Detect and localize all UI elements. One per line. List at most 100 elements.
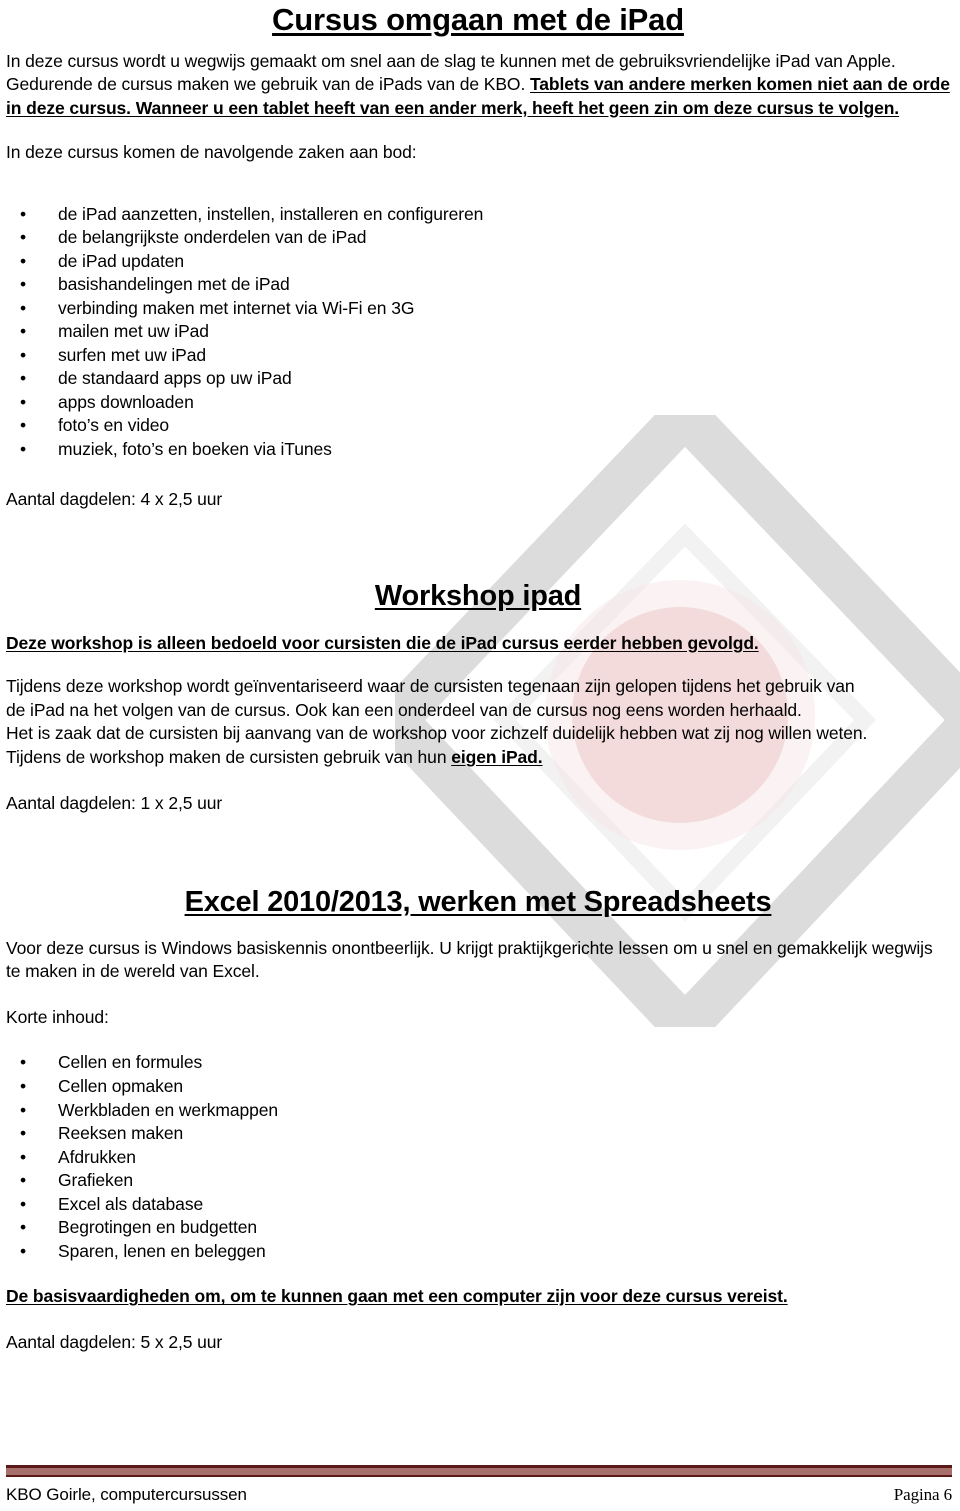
list-item: • de iPad updaten	[6, 250, 950, 274]
list-item: • de belangrijkste onderdelen van de iPad	[6, 226, 950, 250]
workshop-paragraph-line-2: de iPad na het volgen van de cursus. Ook…	[6, 699, 802, 720]
excel-course-topic-list: • Cellen en formules • Cellen opmaken • Wer…	[6, 1051, 950, 1263]
list-item-label: foto’s en video	[58, 415, 170, 436]
list-item: • Cellen en formules	[6, 1051, 950, 1075]
bullet-icon: •	[20, 321, 27, 342]
page-title: Cursus omgaan met de iPad	[272, 2, 684, 37]
list-item-label: basishandelingen met de iPad	[58, 274, 290, 295]
excel-course-intro: Voor deze cursus is Windows basiskennis …	[6, 937, 933, 982]
list-item-label: Werkbladen en werkmappen	[58, 1099, 279, 1120]
bullet-icon: •	[20, 391, 27, 412]
list-item-label: Afdrukken	[58, 1146, 136, 1167]
footer-row: KBO Goirle, computercursussen Pagina 6	[6, 1485, 952, 1505]
list-item-label: Begrotingen en budgetten	[58, 1217, 258, 1238]
workshop-paragraph-line-3: Het is zaak dat de cursisten bij aanvang…	[6, 723, 868, 744]
workshop-notice: Deze workshop is alleen bedoeld voor cur…	[6, 632, 950, 656]
bullet-icon: •	[20, 227, 27, 248]
excel-course-sessions: Aantal dagdelen: 5 x 2,5 uur	[6, 1331, 223, 1352]
list-item-label: surfen met uw iPad	[58, 344, 206, 365]
list-item: • Grafieken	[6, 1169, 950, 1193]
list-item: • foto’s en video	[6, 414, 950, 438]
list-item-label: verbinding maken met internet via Wi-Fi …	[58, 297, 415, 318]
list-item-label: Reeksen maken	[58, 1123, 184, 1144]
workshop-notice-text: Deze workshop is alleen bedoeld voor cur…	[6, 632, 759, 653]
list-item-label: de standaard apps op uw iPad	[58, 368, 292, 389]
bullet-icon: •	[20, 203, 27, 224]
ipad-course-topic-list: • de iPad aanzetten, instellen, installer…	[6, 203, 950, 462]
list-item-label: mailen met uw iPad	[58, 321, 209, 342]
footer-organisation: KBO Goirle, computercursussen	[6, 1485, 247, 1504]
list-item: • Reeksen maken	[6, 1122, 950, 1146]
excel-course-requirement-text: De basisvaardigheden om, om te kunnen ga…	[6, 1286, 788, 1307]
bullet-icon: •	[20, 1146, 27, 1167]
list-item-label: muziek, foto’s en boeken via iTunes	[58, 439, 332, 460]
list-item-label: de belangrijkste onderdelen van de iPad	[58, 227, 367, 248]
list-item-label: apps downloaden	[58, 391, 194, 412]
list-item-label: de iPad aanzetten, instellen, installere…	[58, 203, 484, 224]
workshop-paragraph-line-1: Tijdens deze workshop wordt geïnventaris…	[6, 676, 855, 697]
bullet-icon: •	[20, 1099, 27, 1120]
list-item: • de iPad aanzetten, instellen, installer…	[6, 203, 950, 227]
list-item: • Cellen opmaken	[6, 1075, 950, 1099]
bullet-icon: •	[20, 1123, 27, 1144]
list-item: • Afdrukken	[6, 1146, 950, 1170]
list-item: • verbinding maken met internet via Wi-Fi…	[6, 297, 950, 321]
list-item-label: Excel als database	[58, 1193, 204, 1214]
intro-paragraph: In deze cursus wordt u wegwijs gemaakt o…	[6, 50, 950, 121]
list-item: • de standaard apps op uw iPad	[6, 367, 950, 391]
bullet-icon: •	[20, 368, 27, 389]
bullet-icon: •	[20, 439, 27, 460]
list-item: • Excel als database	[6, 1193, 950, 1217]
bullet-icon: •	[20, 1193, 27, 1214]
list-item-label: Sparen, lenen en beleggen	[58, 1240, 266, 1261]
ipad-course-lead: In deze cursus komen de navolgende zaken…	[6, 142, 417, 163]
excel-course-title: Excel 2010/2013, werken met Spreadsheets	[184, 886, 772, 919]
list-item-label: Cellen en formules	[58, 1052, 203, 1073]
bullet-icon: •	[20, 297, 27, 318]
bullet-icon: •	[20, 274, 27, 295]
workshop-title: Workshop ipad	[374, 580, 582, 613]
bullet-icon: •	[20, 415, 27, 436]
footer-page-number: 6	[943, 1485, 953, 1504]
bullet-icon: •	[20, 1217, 27, 1238]
bullet-icon: •	[20, 250, 27, 271]
workshop-paragraph-line-4: Tijdens de workshop maken de cursisten g…	[6, 747, 452, 767]
footer-divider	[6, 1465, 952, 1477]
bullet-icon: •	[20, 1075, 27, 1096]
footer-page-label: Pagina	[893, 1485, 940, 1504]
workshop-sessions: Aantal dagdelen: 1 x 2,5 uur	[6, 792, 223, 813]
list-item: • mailen met uw iPad	[6, 320, 950, 344]
bullet-icon: •	[20, 1052, 27, 1073]
bullet-icon: •	[20, 1170, 27, 1191]
excel-course-requirement: De basisvaardigheden om, om te kunnen ga…	[6, 1285, 950, 1309]
page-footer: KBO Goirle, computercursussen Pagina 6	[0, 1465, 960, 1511]
ipad-course-sessions: Aantal dagdelen: 4 x 2,5 uur	[6, 488, 223, 509]
list-item: • apps downloaden	[6, 391, 950, 415]
list-item: • Begrotingen en budgetten	[6, 1216, 950, 1240]
excel-course-contents-label: Korte inhoud:	[6, 1006, 109, 1027]
document-page: Cursus omgaan met de iPad In deze cursus…	[0, 0, 960, 1354]
list-item: • muziek, foto’s en boeken via iTunes	[6, 438, 950, 462]
list-item-label: de iPad updaten	[58, 250, 184, 271]
list-item: • Werkbladen en werkmappen	[6, 1099, 950, 1123]
list-item: • Sparen, lenen en beleggen	[6, 1240, 950, 1264]
bullet-icon: •	[20, 344, 27, 365]
workshop-paragraph: Tijdens deze workshop wordt geïnventaris…	[6, 675, 950, 769]
list-item: • surfen met uw iPad	[6, 344, 950, 368]
list-item: • basishandelingen met de iPad	[6, 273, 950, 297]
list-item-label: Cellen opmaken	[58, 1075, 184, 1096]
footer-page-indicator: Pagina 6	[894, 1485, 952, 1505]
